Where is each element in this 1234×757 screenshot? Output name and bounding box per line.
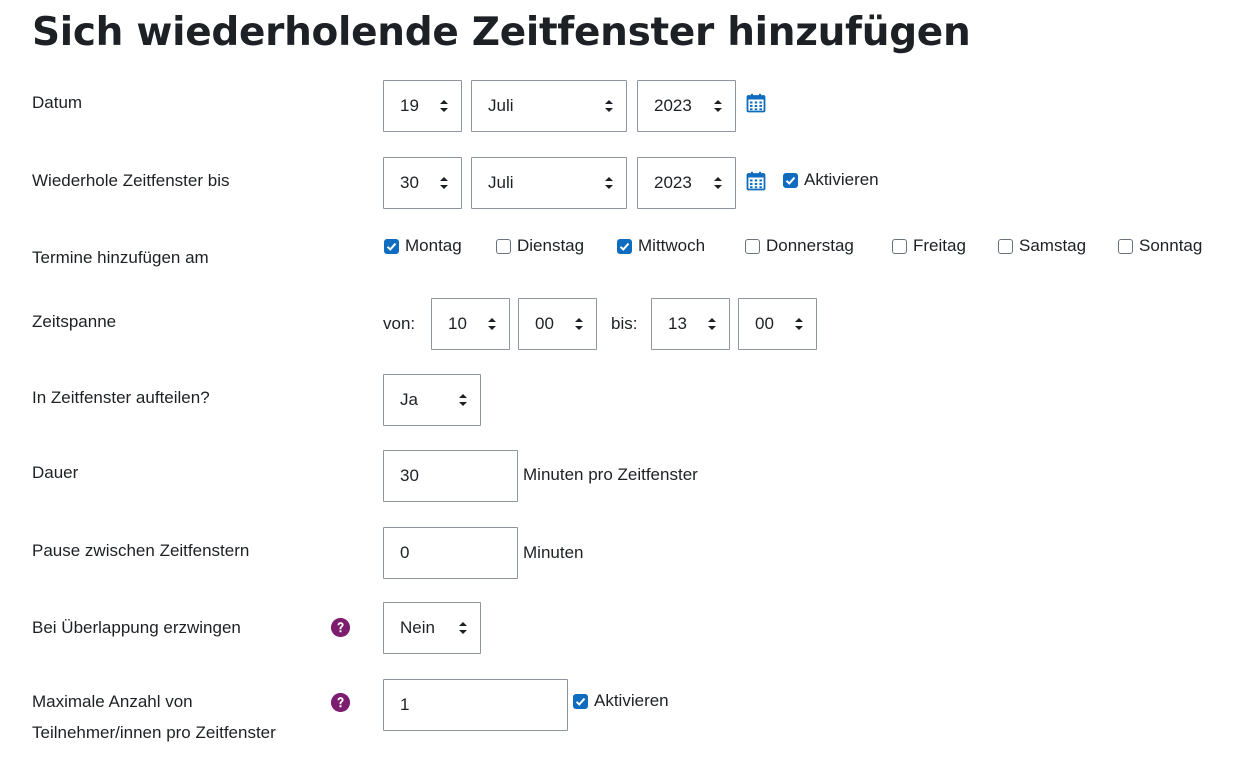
weekday-label: Freitag [913, 236, 966, 255]
repeat-month-value: Juli [488, 173, 514, 192]
repeat-month-select[interactable]: Juli [471, 157, 627, 209]
split-select[interactable]: Ja [383, 374, 481, 426]
weekday-label: Samstag [1019, 236, 1087, 255]
weekday-label: Montag [405, 236, 462, 255]
weekday-checkbox-donnerstag[interactable]: Donnerstag [745, 236, 854, 256]
repeat-until-enable-label: Aktivieren [804, 170, 879, 189]
to-minute-select[interactable]: 00 [738, 298, 817, 350]
calendar-icon[interactable] [746, 171, 766, 191]
checkbox-unchecked-icon [1118, 238, 1133, 254]
pause-value: 0 [400, 543, 410, 562]
repeat-year-select[interactable]: 2023 [637, 157, 736, 209]
checkbox-unchecked-icon [496, 238, 511, 254]
chevron-updown-icon [488, 318, 496, 330]
force-overlap-select[interactable]: Nein [383, 602, 481, 654]
chevron-updown-icon [605, 100, 613, 112]
label-split: In Zeitfenster aufteilen? [32, 388, 210, 407]
chevron-updown-icon [459, 622, 467, 634]
label-days: Termine hinzufügen am [32, 248, 209, 267]
duration-input[interactable]: 30 [383, 450, 518, 502]
max-participants-enable-checkbox[interactable]: Aktivieren [573, 691, 669, 711]
checkbox-unchecked-icon [745, 238, 760, 254]
chevron-updown-icon [795, 318, 803, 330]
repeat-day-value: 30 [400, 173, 419, 192]
repeat-day-select[interactable]: 30 [383, 157, 462, 209]
pause-unit: Minuten [523, 543, 584, 562]
date-day-value: 19 [400, 96, 419, 115]
calendar-icon[interactable] [746, 93, 766, 113]
weekday-checkbox-samstag[interactable]: Samstag [998, 236, 1086, 256]
from-hour-value: 10 [448, 314, 467, 333]
to-hour-select[interactable]: 13 [651, 298, 730, 350]
repeat-year-value: 2023 [654, 173, 692, 192]
checkbox-checked-icon [783, 172, 798, 188]
checkbox-checked-icon [617, 238, 632, 254]
help-icon[interactable] [331, 618, 350, 637]
weekday-checkbox-montag[interactable]: Montag [384, 236, 462, 256]
label-max-participants-line2: Teilnehmer/innen pro Zeitfenster [32, 723, 276, 742]
date-month-select[interactable]: Juli [471, 80, 627, 132]
date-month-value: Juli [488, 96, 514, 115]
label-datum: Datum [32, 93, 83, 112]
to-hour-value: 13 [668, 314, 687, 333]
max-participants-enable-label: Aktivieren [594, 691, 669, 710]
chevron-updown-icon [575, 318, 583, 330]
from-hour-select[interactable]: 10 [431, 298, 510, 350]
help-icon[interactable] [331, 693, 350, 712]
repeat-until-enable-checkbox[interactable]: Aktivieren [783, 170, 879, 190]
weekday-label: Dienstag [517, 236, 585, 255]
duration-value: 30 [400, 466, 419, 485]
chevron-updown-icon [714, 100, 722, 112]
timespan-to-label: bis: [611, 314, 638, 333]
max-participants-input[interactable]: 1 [383, 679, 568, 731]
chevron-updown-icon [605, 177, 613, 189]
weekday-label: Donnerstag [766, 236, 854, 255]
chevron-updown-icon [440, 100, 448, 112]
label-duration: Dauer [32, 463, 79, 482]
label-pause: Pause zwischen Zeitfenstern [32, 541, 250, 560]
checkbox-unchecked-icon [892, 238, 907, 254]
force-overlap-value: Nein [400, 618, 435, 637]
chevron-updown-icon [714, 177, 722, 189]
chevron-updown-icon [440, 177, 448, 189]
split-value: Ja [400, 390, 418, 409]
to-minute-value: 00 [755, 314, 774, 333]
duration-unit: Minuten pro Zeitfenster [523, 465, 698, 484]
weekday-checkbox-sonntag[interactable]: Sonntag [1118, 236, 1202, 256]
checkbox-unchecked-icon [998, 238, 1013, 254]
chevron-updown-icon [459, 394, 467, 406]
label-force-overlap: Bei Überlappung erzwingen [32, 618, 241, 637]
date-year-select[interactable]: 2023 [637, 80, 736, 132]
label-max-participants-line1: Maximale Anzahl von [32, 692, 193, 711]
weekday-checkbox-mittwoch[interactable]: Mittwoch [617, 236, 705, 256]
page-title: Sich wiederholende Zeitfenster hinzufüge… [32, 10, 971, 55]
weekday-label: Sonntag [1139, 236, 1203, 255]
date-day-select[interactable]: 19 [383, 80, 462, 132]
checkbox-checked-icon [573, 693, 588, 709]
pause-input[interactable]: 0 [383, 527, 518, 579]
weekday-label: Mittwoch [638, 236, 706, 255]
from-minute-value: 00 [535, 314, 554, 333]
weekday-checkbox-freitag[interactable]: Freitag [892, 236, 966, 256]
chevron-updown-icon [708, 318, 716, 330]
label-repeat-until: Wiederhole Zeitfenster bis [32, 171, 230, 190]
weekday-checkbox-dienstag[interactable]: Dienstag [496, 236, 584, 256]
label-timespan: Zeitspanne [32, 312, 117, 331]
checkbox-checked-icon [384, 238, 399, 254]
from-minute-select[interactable]: 00 [518, 298, 597, 350]
timespan-from-label: von: [383, 314, 416, 333]
date-year-value: 2023 [654, 96, 692, 115]
max-participants-value: 1 [400, 695, 410, 714]
